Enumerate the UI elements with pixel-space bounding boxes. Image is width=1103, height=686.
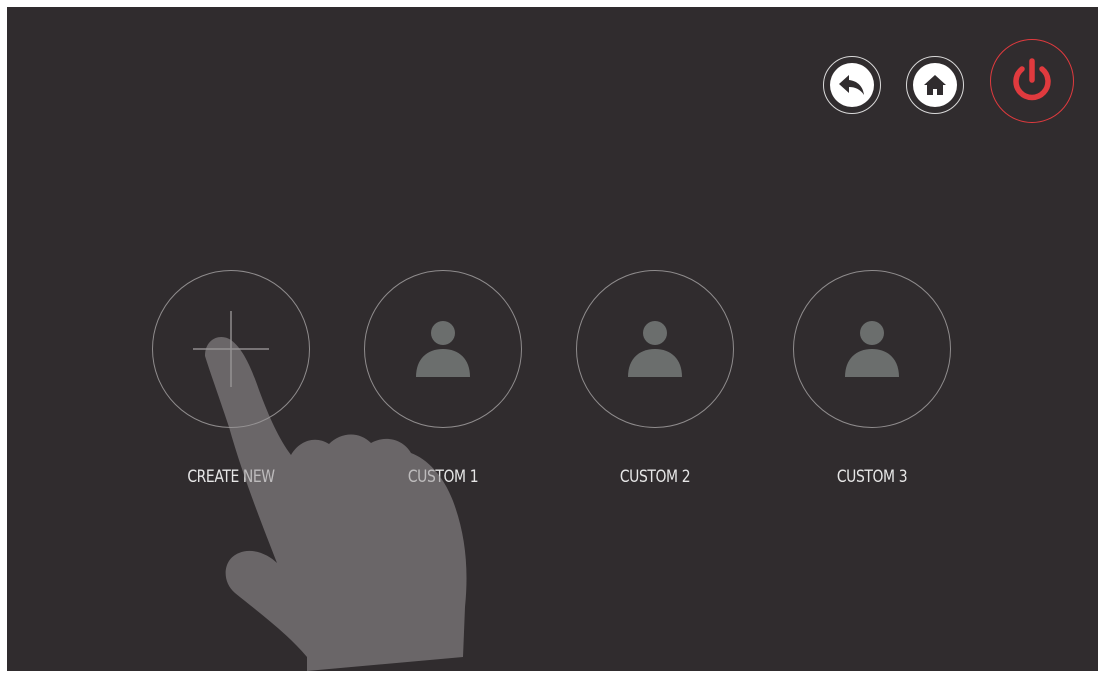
user-icon [845, 321, 899, 377]
custom-2-label: CUSTOM 2 [619, 467, 691, 487]
back-button[interactable] [823, 56, 881, 114]
custom-2-button[interactable] [576, 270, 734, 428]
back-arrow-icon [839, 75, 864, 95]
plus-icon [193, 311, 269, 387]
custom-1-label: CUSTOM 1 [407, 467, 479, 487]
home-button[interactable] [906, 56, 964, 114]
custom-3-label: CUSTOM 3 [836, 467, 908, 487]
power-icon [1013, 58, 1051, 101]
create-new-button[interactable] [152, 270, 310, 428]
home-icon [924, 75, 946, 95]
custom-1-button[interactable] [364, 270, 522, 428]
user-icon [628, 321, 682, 377]
user-icon [416, 321, 470, 377]
create-new-label: CREATE NEW [187, 467, 275, 487]
power-button[interactable] [990, 39, 1074, 123]
profile-selection-screen: CREATE NEW CUSTOM 1 CUSTOM 2 CUSTOM 3 [7, 7, 1098, 671]
custom-3-button[interactable] [793, 270, 951, 428]
